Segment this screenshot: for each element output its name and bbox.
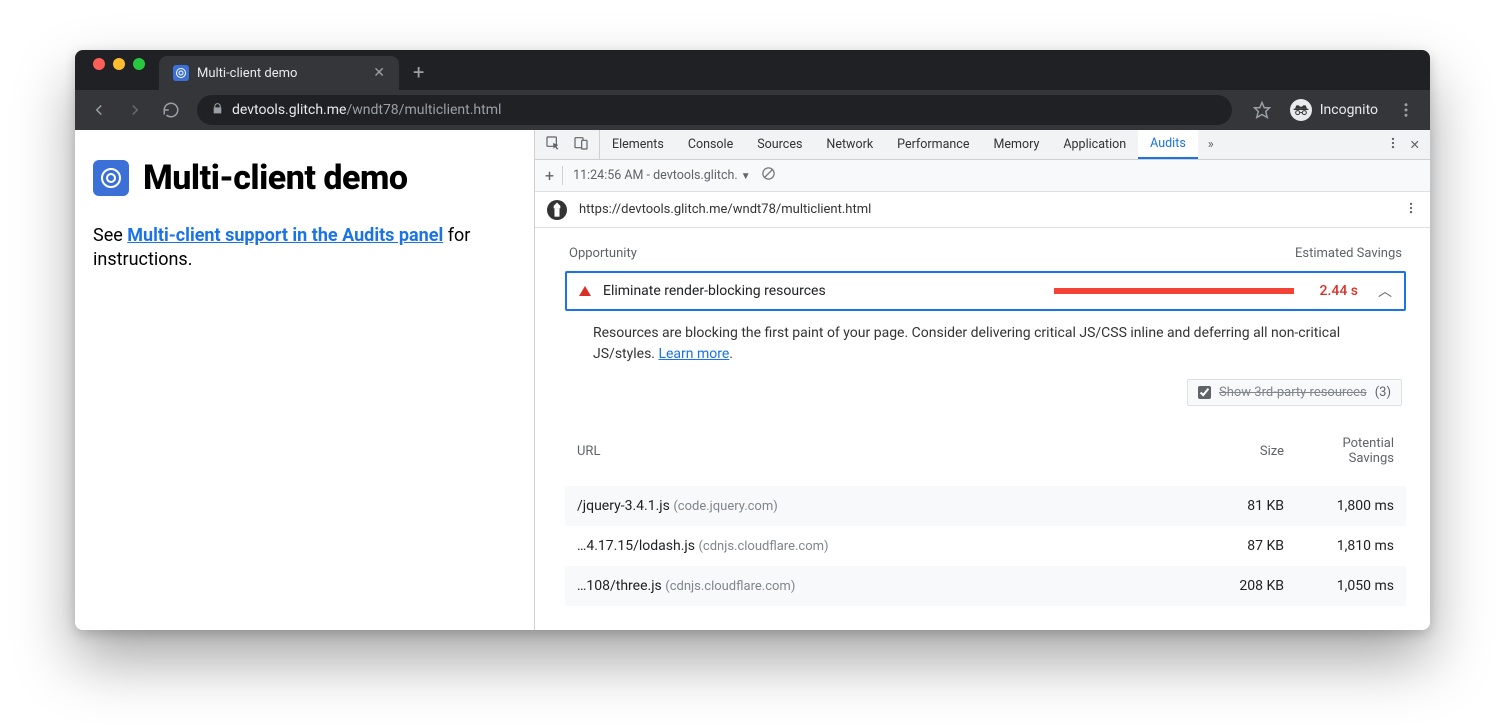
resource-size: 208 KB [1150,566,1296,606]
more-tabs-icon[interactable]: » [1208,137,1214,152]
audit-report-url: https://devtools.glitch.me/wndt78/multic… [579,202,871,217]
address-host: devtools.glitch.me [232,102,346,118]
devtools-tab-performance[interactable]: Performance [885,130,981,159]
table-row: /jquery-3.4.1.js (code.jquery.com) 81 KB1… [565,486,1406,526]
window-controls [85,58,153,82]
new-audit-button[interactable]: + [545,166,563,185]
chevron-down-icon: ▼ [741,171,751,182]
tab-title: Multi-client demo [197,66,297,81]
back-button[interactable] [83,94,115,126]
opportunity-row[interactable]: Eliminate render-blocking resources 2.44… [565,271,1406,311]
savings-bar [1054,288,1294,294]
resource-savings: 1,810 ms [1296,526,1406,566]
clear-audit-icon[interactable] [761,166,776,185]
devtools-tab-memory[interactable]: Memory [981,130,1051,159]
minimize-window-button[interactable] [113,58,125,70]
reload-button[interactable] [155,94,187,126]
incognito-label: Incognito [1320,102,1378,118]
close-window-button[interactable] [93,58,105,70]
intro-prefix: See [93,225,127,246]
browser-tab[interactable]: Multi-client demo ✕ [159,56,399,90]
devtools-close-icon[interactable]: ✕ [1410,137,1420,153]
col-url: URL [565,422,1150,486]
browser-menu-button[interactable] [1390,94,1422,126]
devtools-tab-application[interactable]: Application [1051,130,1138,159]
opportunity-description: Resources are blocking the first paint o… [565,323,1406,379]
resource-domain: (cdnjs.cloudflare.com) [698,539,828,554]
opportunity-title: Eliminate render-blocking resources [603,283,826,299]
devtools-tabstrip: ElementsConsoleSourcesNetworkPerformance… [535,130,1430,160]
lock-icon [211,102,224,119]
warning-triangle-icon [579,286,591,296]
resource-savings: 1,800 ms [1296,486,1406,526]
third-party-checkbox[interactable] [1198,386,1211,399]
page-title: Multi-client demo [143,158,408,198]
resources-table: URL Size Potential Savings /jquery-3.4.1… [565,422,1406,606]
devtools-menu-icon[interactable] [1386,136,1400,154]
devtools-tab-sources[interactable]: Sources [745,130,814,159]
resource-domain: (code.jquery.com) [673,499,777,514]
titlebar: Multi-client demo ✕ + [75,50,1430,90]
browser-toolbar: devtools.glitch.me/wndt78/multiclient.ht… [75,90,1430,130]
devtools-tab-elements[interactable]: Elements [600,130,676,159]
audits-toolbar: + 11:24:56 AM - devtools.glitch. ▼ [535,160,1430,192]
audit-run-selector[interactable]: 11:24:56 AM - devtools.glitch. ▼ [573,168,751,183]
resource-path: …4.17.15/lodash.js [577,538,695,554]
devtools-tab-audits[interactable]: Audits [1138,130,1198,159]
report-menu-icon[interactable] [1404,201,1418,219]
address-path: /wndt78/multiclient.html [346,102,501,118]
resource-size: 81 KB [1150,486,1296,526]
estimated-savings-header: Estimated Savings [1295,246,1402,261]
resource-savings: 1,050 ms [1296,566,1406,606]
opportunity-value: 2.44 s [1320,283,1358,299]
tab-favicon [173,65,189,81]
audit-report-header: https://devtools.glitch.me/wndt78/multic… [535,192,1430,228]
table-row: …108/three.js (cdnjs.cloudflare.com) 208 … [565,566,1406,606]
resource-domain: (cdnjs.cloudflare.com) [665,579,795,594]
intro-link[interactable]: Multi-client support in the Audits panel [127,225,443,246]
devtools-tab-console[interactable]: Console [676,130,745,159]
address-bar[interactable]: devtools.glitch.me/wndt78/multiclient.ht… [197,95,1232,125]
opportunity-header: Opportunity [569,246,637,261]
audit-body: Opportunity Estimated Savings Eliminate … [535,228,1430,630]
devtools-tab-network[interactable]: Network [814,130,885,159]
inspect-icon[interactable] [545,135,561,155]
incognito-icon [1290,99,1312,121]
third-party-count: (3) [1375,385,1391,400]
learn-more-link[interactable]: Learn more [658,346,729,362]
forward-button[interactable] [119,94,151,126]
col-size: Size [1150,422,1296,486]
new-tab-button[interactable]: + [399,60,438,90]
resource-path: /jquery-3.4.1.js [577,498,670,514]
close-tab-button[interactable]: ✕ [373,65,385,81]
device-toggle-icon[interactable] [573,135,589,155]
third-party-toggle[interactable]: Show 3rd-party resources (3) [1187,379,1402,406]
page-logo-icon [93,160,129,196]
third-party-label: Show 3rd-party resources [1219,385,1367,400]
chevron-up-icon: ︿ [1378,281,1392,301]
resource-path: …108/three.js [577,578,662,594]
devtools-panel: ElementsConsoleSourcesNetworkPerformance… [535,130,1430,630]
page-intro: See Multi-client support in the Audits p… [93,224,516,273]
browser-window: Multi-client demo ✕ + devtools.glitch.me… [75,50,1430,630]
incognito-indicator: Incognito [1282,99,1386,121]
resource-size: 87 KB [1150,526,1296,566]
table-row: …4.17.15/lodash.js (cdnjs.cloudflare.com… [565,526,1406,566]
bookmark-button[interactable] [1246,94,1278,126]
page-viewport: Multi-client demo See Multi-client suppo… [75,130,535,630]
maximize-window-button[interactable] [133,58,145,70]
col-savings: Potential Savings [1296,422,1406,486]
lighthouse-icon [547,200,567,220]
